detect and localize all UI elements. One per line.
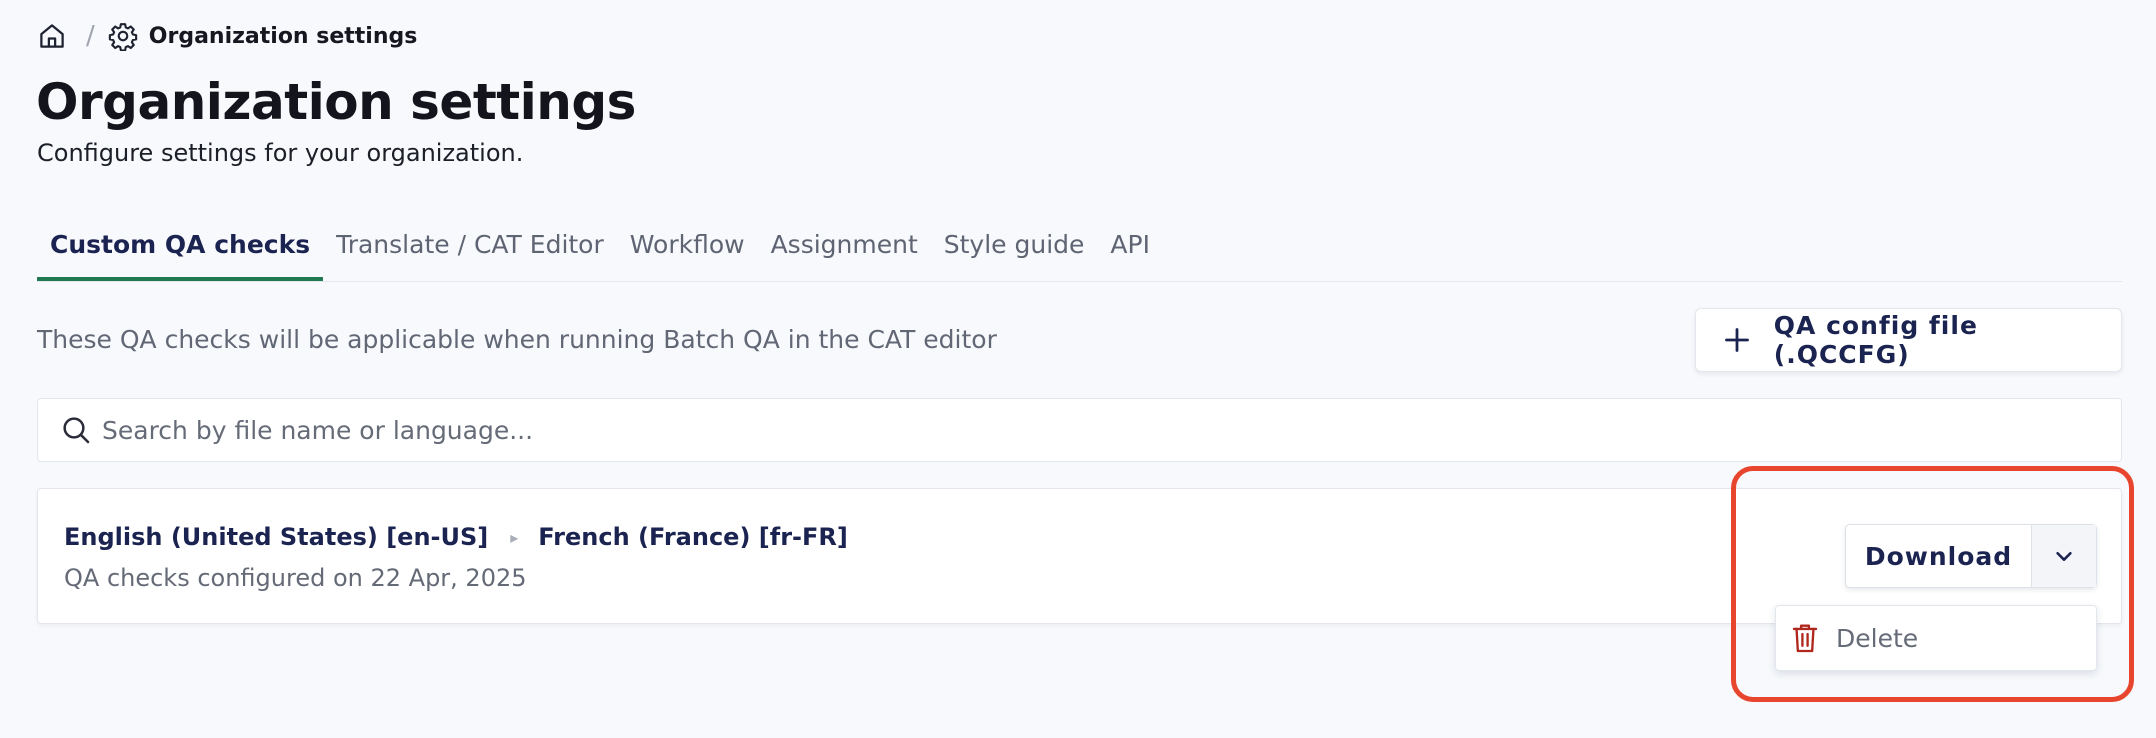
tab-assignment[interactable]: Assignment	[758, 222, 931, 281]
breadcrumb-current: Organization settings	[148, 23, 418, 49]
chevron-down-icon[interactable]	[2032, 525, 2096, 587]
qa-config-card: English (United States) [en-US] ▸ French…	[37, 488, 2122, 624]
breadcrumb-separator: /	[86, 21, 95, 51]
tab-custom-qa-checks[interactable]: Custom QA checks	[37, 222, 324, 281]
delete-label: Delete	[1836, 623, 1919, 653]
source-language: English (United States) [en-US]	[64, 523, 489, 551]
language-pair: English (United States) [en-US] ▸ French…	[64, 523, 848, 551]
plus-icon	[1722, 325, 1752, 355]
target-language: French (France) [fr-FR]	[538, 523, 848, 551]
chevron-right-icon: ▸	[510, 527, 519, 547]
page-subtitle: Configure settings for your organization…	[37, 139, 524, 167]
configured-date: QA checks configured on 22 Apr, 2025	[64, 564, 527, 592]
breadcrumb: / Organization settings	[36, 18, 417, 54]
trash-icon	[1790, 621, 1820, 655]
search-bar	[37, 398, 2122, 462]
tab-api[interactable]: API	[1097, 222, 1163, 281]
tab-style-guide[interactable]: Style guide	[931, 222, 1098, 281]
gear-icon	[107, 20, 139, 52]
page-title: Organization settings	[36, 73, 636, 131]
add-qa-config-label: QA config file (.QCCFG)	[1773, 311, 1978, 369]
delete-menu-item[interactable]: Delete	[1775, 605, 2097, 671]
download-button[interactable]: Download	[1846, 525, 2032, 587]
tab-translate-cat-editor[interactable]: Translate / CAT Editor	[323, 222, 617, 281]
search-icon	[58, 412, 94, 448]
search-input[interactable]	[102, 415, 2002, 445]
download-split-button: Download	[1845, 524, 2097, 588]
tab-workflow[interactable]: Workflow	[617, 222, 758, 281]
add-qa-config-button[interactable]: QA config file (.QCCFG)	[1695, 308, 2122, 372]
settings-tabs: Custom QA checks Translate / CAT Editor …	[37, 222, 2122, 282]
qa-info-text: These QA checks will be applicable when …	[37, 325, 997, 354]
home-icon[interactable]	[36, 20, 68, 52]
